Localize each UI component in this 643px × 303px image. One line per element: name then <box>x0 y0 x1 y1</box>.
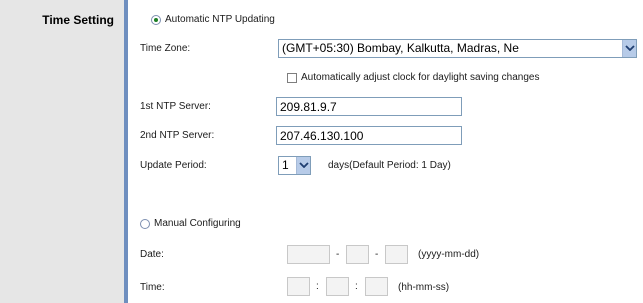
time-hour-input[interactable] <box>287 277 310 296</box>
update-period-select[interactable]: 1 <box>278 156 311 175</box>
automatic-ntp-radio[interactable] <box>151 15 161 25</box>
time-zone-value: (GMT+05:30) Bombay, Kalkutta, Madras, Ne <box>282 41 519 55</box>
date-month-input[interactable] <box>346 245 369 264</box>
date-format-hint: (yyyy-mm-dd) <box>418 249 480 260</box>
daylight-saving-label: Automatically adjust clock for daylight … <box>301 72 540 83</box>
daylight-saving-checkbox[interactable] <box>287 73 297 83</box>
time-separator: : <box>316 281 319 292</box>
update-period-label: Update Period: <box>140 160 207 171</box>
ntp-server-1-input[interactable] <box>276 97 462 116</box>
update-period-value: 1 <box>282 158 289 172</box>
date-day-input[interactable] <box>385 245 408 264</box>
left-panel: Time Setting <box>0 0 124 303</box>
chevron-down-icon[interactable] <box>622 40 636 57</box>
date-label: Date: <box>140 249 164 260</box>
date-separator: - <box>336 249 340 260</box>
ntp-server-2-input[interactable] <box>276 126 462 145</box>
section-title: Time Setting <box>42 13 114 27</box>
automatic-ntp-label: Automatic NTP Updating <box>165 14 275 25</box>
ntp-server-1-label: 1st NTP Server: <box>140 101 211 112</box>
date-separator: - <box>375 249 379 260</box>
manual-configuring-radio[interactable] <box>140 219 150 229</box>
update-period-hint: days(Default Period: 1 Day) <box>328 160 451 171</box>
time-label: Time: <box>140 282 165 293</box>
time-zone-select[interactable]: (GMT+05:30) Bombay, Kalkutta, Madras, Ne <box>278 39 637 58</box>
chevron-down-icon[interactable] <box>296 157 310 174</box>
time-zone-label: Time Zone: <box>140 43 191 54</box>
time-format-hint: (hh-mm-ss) <box>398 282 450 293</box>
panel-divider <box>124 0 128 303</box>
time-setting-page: Time Setting Automatic NTP Updating Time… <box>0 0 643 303</box>
time-minute-input[interactable] <box>326 277 349 296</box>
manual-configuring-label: Manual Configuring <box>154 218 241 229</box>
time-second-input[interactable] <box>365 277 388 296</box>
time-separator: : <box>355 281 358 292</box>
date-year-input[interactable] <box>287 245 330 264</box>
ntp-server-2-label: 2nd NTP Server: <box>140 130 215 141</box>
